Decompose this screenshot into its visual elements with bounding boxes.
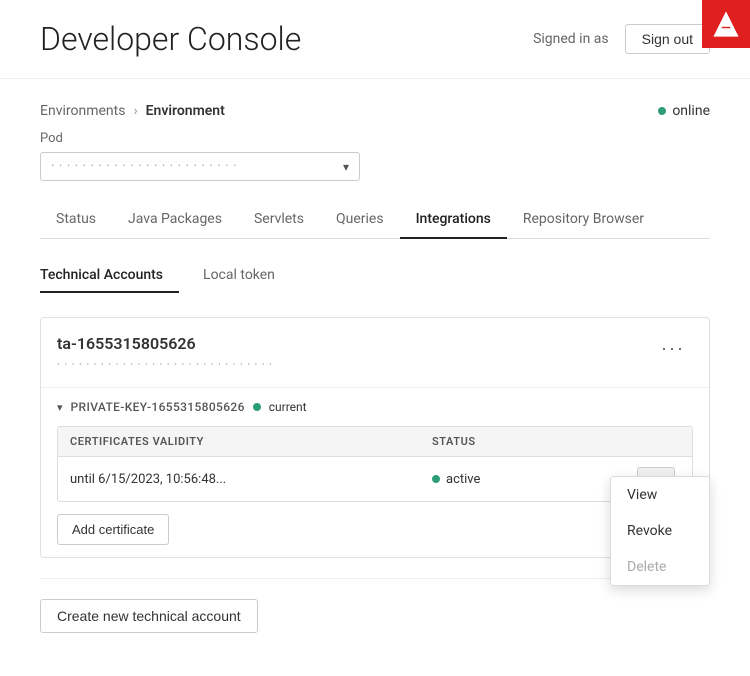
account-menu-button[interactable]: ···: [653, 334, 693, 363]
sign-out-button[interactable]: Sign out: [625, 24, 710, 54]
sub-tabs: Technical Accounts Local token: [40, 259, 710, 293]
environment-status: online: [658, 103, 710, 119]
context-menu-item-revoke[interactable]: Revoke: [611, 513, 709, 549]
tab-integrations[interactable]: Integrations: [400, 201, 507, 239]
tab-repository-browser[interactable]: Repository Browser: [507, 201, 660, 239]
private-key-section: ▾ PRIVATE-KEY-1655315805626 current CERT…: [41, 388, 709, 557]
create-technical-account-button[interactable]: Create new technical account: [40, 599, 258, 633]
cert-table-header: CERTIFICATES VALIDITY STATUS: [58, 427, 692, 457]
add-certificate-button[interactable]: Add certificate: [57, 514, 169, 545]
pod-label: Pod: [40, 131, 710, 146]
cert-row: until 6/15/2023, 10:56:48... active ···: [58, 457, 692, 501]
tab-status[interactable]: Status: [40, 201, 112, 239]
current-label: current: [269, 400, 307, 414]
cert-validity: until 6/15/2023, 10:56:48...: [70, 472, 432, 487]
sub-tab-local-token[interactable]: Local token: [203, 259, 291, 293]
account-info: ta-1655315805626 · · · · · · · · · · · ·…: [57, 334, 653, 371]
account-header: ta-1655315805626 · · · · · · · · · · · ·…: [41, 318, 709, 388]
current-indicator: [253, 403, 261, 411]
signed-in-label: Signed in as: [533, 31, 609, 47]
pod-chevron-icon: ▾: [343, 160, 349, 174]
breadcrumb: Environments › Environment online: [40, 103, 710, 119]
breadcrumb-environment: Environment: [146, 103, 225, 119]
nav-tabs: Status Java Packages Servlets Queries In…: [40, 201, 710, 239]
status-label: online: [672, 103, 710, 119]
cert-status: active: [432, 472, 632, 487]
account-email: · · · · · · · · · · · · · · · · · · · · …: [57, 357, 653, 371]
header-right: Signed in as Sign out: [533, 24, 710, 54]
col-actions-header: [632, 435, 680, 448]
tab-queries[interactable]: Queries: [320, 201, 400, 239]
private-key-header: ▾ PRIVATE-KEY-1655315805626 current: [57, 400, 693, 414]
private-key-chevron-icon: ▾: [57, 401, 63, 414]
breadcrumb-environments[interactable]: Environments: [40, 103, 125, 119]
sub-tab-technical-accounts[interactable]: Technical Accounts: [40, 259, 179, 293]
certificates-table: CERTIFICATES VALIDITY STATUS until 6/15/…: [57, 426, 693, 502]
context-menu: View Revoke Delete: [610, 476, 710, 586]
account-id: ta-1655315805626: [57, 334, 653, 353]
col-validity-header: CERTIFICATES VALIDITY: [70, 435, 432, 448]
adobe-a-icon: [712, 10, 740, 38]
active-indicator: [432, 475, 440, 483]
private-key-name: PRIVATE-KEY-1655315805626: [71, 400, 245, 414]
tab-java-packages[interactable]: Java Packages: [112, 201, 238, 239]
pod-select-value: · · · · · · · · · · · · · · · · · · · · …: [51, 159, 343, 174]
col-status-header: STATUS: [432, 435, 632, 448]
tab-servlets[interactable]: Servlets: [238, 201, 320, 239]
online-indicator: [658, 107, 666, 115]
cert-status-label: active: [446, 472, 480, 487]
context-menu-item-view[interactable]: View: [611, 477, 709, 513]
header: Developer Console Signed in as Sign out: [0, 0, 750, 79]
context-menu-item-delete: Delete: [611, 549, 709, 585]
adobe-logo: [702, 0, 750, 48]
pod-select[interactable]: · · · · · · · · · · · · · · · · · · · · …: [40, 152, 360, 181]
breadcrumb-chevron-icon: ›: [133, 103, 137, 119]
page-title: Developer Console: [40, 20, 533, 58]
